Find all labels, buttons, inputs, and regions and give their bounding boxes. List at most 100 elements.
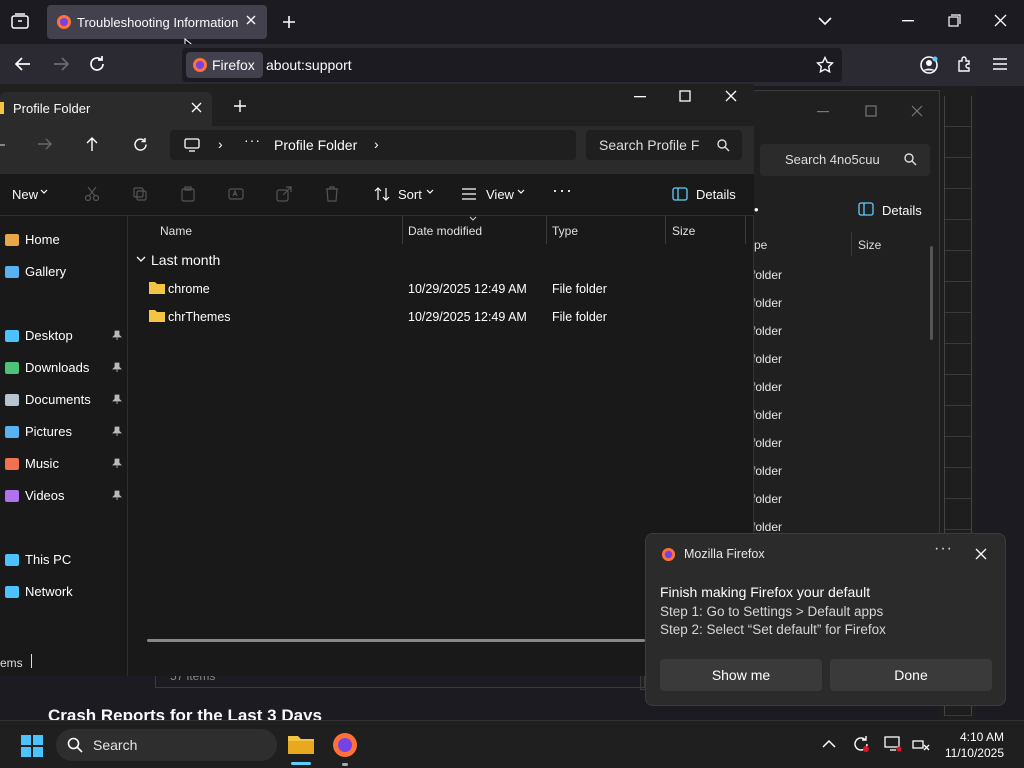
horizontal-scrollbar[interactable] xyxy=(147,639,645,642)
minimize-icon[interactable] xyxy=(902,20,914,22)
identity-box[interactable]: Firefox xyxy=(186,52,263,78)
bg-list-item[interactable]: folder xyxy=(752,436,782,450)
url-bar[interactable]: Firefox about:support xyxy=(182,48,842,82)
chevron-right-icon[interactable]: › xyxy=(374,136,379,152)
explorer-minimize-icon[interactable] xyxy=(634,96,646,98)
group-collapse-icon[interactable] xyxy=(136,256,146,263)
explorer-close-icon[interactable] xyxy=(725,90,737,102)
url-text[interactable]: about:support xyxy=(266,57,352,73)
bg-close-icon[interactable] xyxy=(911,105,923,117)
column-name[interactable]: Name xyxy=(160,224,192,238)
firefox-taskbar-icon[interactable] xyxy=(332,732,358,766)
details-button[interactable]: Details xyxy=(696,187,736,202)
new-tab-icon[interactable] xyxy=(281,14,297,30)
sidebar-item-this-pc[interactable]: This PC xyxy=(0,546,128,574)
extensions-icon[interactable] xyxy=(956,55,974,73)
column-separator[interactable] xyxy=(745,216,746,244)
sidebar-item-gallery[interactable]: Gallery xyxy=(0,258,128,286)
close-tab-icon[interactable] xyxy=(191,102,202,113)
breadcrumb-current[interactable]: Profile Folder xyxy=(274,137,357,153)
bg-details-icon[interactable] xyxy=(858,202,874,216)
chevron-down-icon[interactable] xyxy=(517,189,525,195)
view-icon[interactable] xyxy=(461,187,477,201)
sidebar-item-videos[interactable]: Videos xyxy=(0,482,128,510)
bg-search-box[interactable]: Search 4no5cuu xyxy=(760,144,930,176)
forward-icon[interactable] xyxy=(52,56,70,72)
close-window-icon[interactable] xyxy=(994,14,1007,27)
details-pane-icon[interactable] xyxy=(672,187,688,201)
explorer-up-icon[interactable] xyxy=(85,136,99,152)
toast-more-icon[interactable]: ··· xyxy=(934,540,953,558)
bg-list-item[interactable]: folder xyxy=(752,492,782,506)
firefox-default-notification[interactable]: Mozilla Firefox ··· Finish making Firefo… xyxy=(645,533,1006,706)
chevron-up-icon[interactable] xyxy=(822,739,836,748)
view-button[interactable]: View xyxy=(486,187,514,202)
sidebar-item-home[interactable]: Home xyxy=(0,226,128,254)
paste-icon[interactable] xyxy=(180,186,196,202)
bg-list-item[interactable]: folder xyxy=(752,520,782,534)
column-date-modified[interactable]: Date modified xyxy=(408,224,482,238)
list-all-tabs-icon[interactable] xyxy=(817,16,833,26)
explorer-forward-icon[interactable] xyxy=(37,137,53,151)
close-tab-icon[interactable] xyxy=(245,14,257,26)
explorer-new-tab-icon[interactable] xyxy=(233,99,247,113)
breadcrumb[interactable]: › ··· Profile Folder › xyxy=(170,130,576,160)
sidebar-item-desktop[interactable]: Desktop xyxy=(0,322,128,350)
cut-icon[interactable] xyxy=(84,186,100,202)
bg-list-item[interactable]: folder xyxy=(752,324,782,338)
rename-icon[interactable] xyxy=(228,186,244,202)
more-path-icon[interactable]: ··· xyxy=(244,132,261,148)
sidebar-item-music[interactable]: Music xyxy=(0,450,128,478)
sync-icon[interactable] xyxy=(852,735,870,753)
done-button[interactable]: Done xyxy=(830,659,992,691)
table-row[interactable]: chrome 10/29/2025 12:49 AM File folder xyxy=(140,278,740,306)
table-row[interactable]: chrThemes 10/29/2025 12:49 AM File folder xyxy=(140,306,740,334)
more-options-icon[interactable]: ··· xyxy=(552,180,573,201)
sidebar-item-network[interactable]: Network xyxy=(0,578,128,606)
column-separator[interactable] xyxy=(402,216,403,244)
bg-list-item[interactable]: folder xyxy=(752,296,782,310)
bg-list-item[interactable]: folder xyxy=(752,464,782,478)
share-icon[interactable] xyxy=(276,186,292,202)
sidebar-item-pictures[interactable]: Pictures xyxy=(0,418,128,446)
chevron-down-icon[interactable] xyxy=(426,189,434,195)
explorer-back-icon[interactable] xyxy=(0,138,6,152)
tab-list-icon[interactable] xyxy=(10,12,30,30)
column-separator[interactable] xyxy=(665,216,666,244)
column-type[interactable]: Type xyxy=(552,224,578,238)
copy-icon[interactable] xyxy=(132,186,148,202)
bg-details-label[interactable]: Details xyxy=(882,203,922,218)
back-icon[interactable] xyxy=(14,56,32,72)
chevron-right-icon[interactable]: › xyxy=(218,136,223,152)
chevron-down-icon[interactable] xyxy=(40,189,48,195)
bg-list-item[interactable]: folder xyxy=(752,380,782,394)
explorer-maximize-icon[interactable] xyxy=(679,90,691,102)
sort-icon[interactable] xyxy=(374,186,390,202)
sidebar-item-documents[interactable]: Documents xyxy=(0,386,128,414)
bg-list-item[interactable]: folder xyxy=(752,408,782,422)
start-windows-icon[interactable] xyxy=(20,734,44,758)
display-icon[interactable] xyxy=(884,735,902,753)
bookmark-star-icon[interactable] xyxy=(816,56,834,74)
network-status-icon[interactable] xyxy=(912,736,930,752)
file-explorer-taskbar-icon[interactable] xyxy=(287,732,315,765)
sidebar-item-downloads[interactable]: Downloads xyxy=(0,354,128,382)
bg-list-item[interactable]: folder xyxy=(752,352,782,366)
explorer-tab[interactable]: Profile Folder xyxy=(0,92,212,126)
reload-icon[interactable] xyxy=(88,55,106,73)
bg-minimize-icon[interactable] xyxy=(817,111,829,113)
explorer-search-box[interactable]: Search Profile Fc xyxy=(586,130,742,160)
taskbar-search-box[interactable]: Search xyxy=(56,729,277,761)
bg-list-item[interactable]: folder xyxy=(752,268,782,282)
restore-icon[interactable] xyxy=(948,14,961,27)
column-size[interactable]: Size xyxy=(672,224,695,238)
column-separator[interactable] xyxy=(546,216,547,244)
sort-button[interactable]: Sort xyxy=(398,187,422,202)
explorer-refresh-icon[interactable] xyxy=(133,137,148,152)
hamburger-menu-icon[interactable] xyxy=(992,57,1008,71)
bg-scrollbar[interactable] xyxy=(930,246,933,340)
toast-close-icon[interactable] xyxy=(975,548,987,560)
system-clock[interactable]: 4:10 AM 11/10/2025 xyxy=(945,729,1004,761)
show-me-button[interactable]: Show me xyxy=(660,659,822,691)
bg-maximize-icon[interactable] xyxy=(865,105,877,117)
